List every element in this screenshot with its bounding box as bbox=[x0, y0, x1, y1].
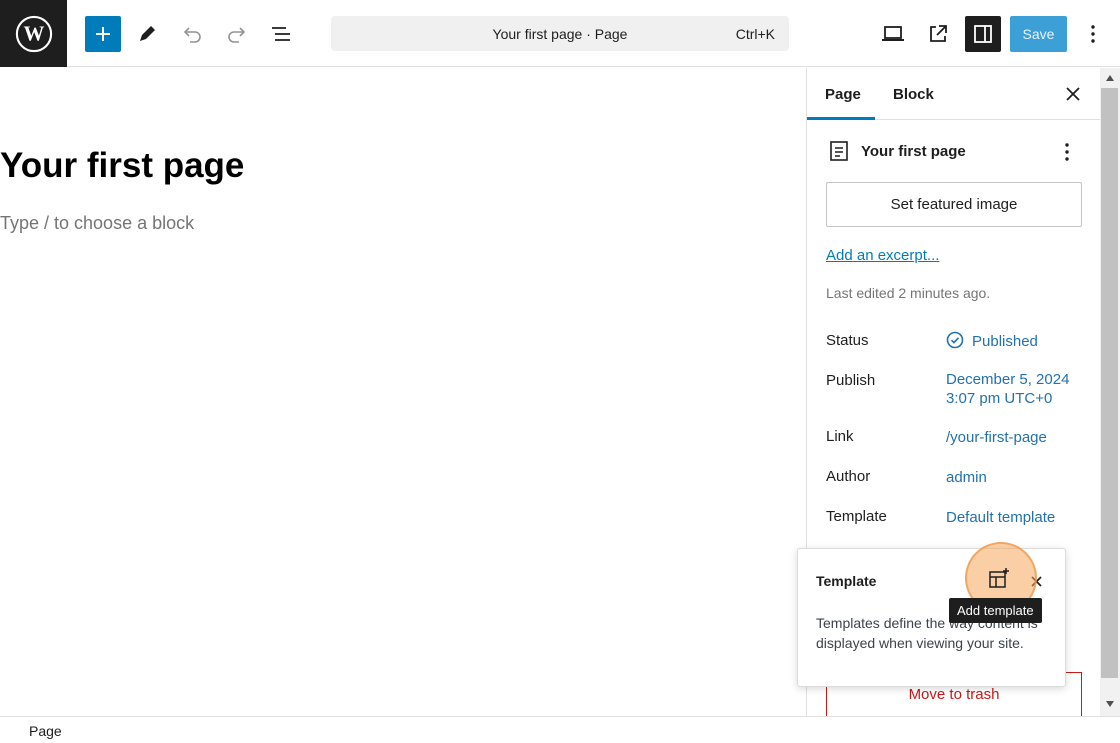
tab-block[interactable]: Block bbox=[893, 68, 934, 120]
keyboard-shortcut: Ctrl+K bbox=[735, 26, 775, 42]
undo-button[interactable] bbox=[174, 16, 210, 52]
add-excerpt-link[interactable]: Add an excerpt... bbox=[826, 247, 939, 264]
tab-page[interactable]: Page bbox=[825, 68, 871, 120]
post-actions-button[interactable] bbox=[1057, 140, 1077, 164]
plus-icon bbox=[96, 27, 110, 41]
svg-text:W: W bbox=[23, 21, 44, 45]
scroll-down-arrow[interactable] bbox=[1100, 696, 1120, 712]
status-value[interactable]: Published bbox=[972, 332, 1038, 351]
author-label: Author bbox=[826, 468, 871, 485]
sidebar-tabs: Page Block bbox=[807, 68, 1101, 120]
sidebar-scrollbar[interactable] bbox=[1100, 68, 1120, 716]
popover-title: Template bbox=[816, 573, 877, 589]
template-label: Template bbox=[826, 508, 887, 525]
author-value[interactable]: admin bbox=[946, 468, 987, 487]
options-button[interactable] bbox=[1075, 16, 1111, 52]
editor-canvas[interactable]: Your first page Type / to choose a block bbox=[0, 68, 806, 716]
publish-date-line: December 5, 2024 bbox=[946, 371, 1070, 388]
scroll-up-arrow[interactable] bbox=[1100, 70, 1120, 86]
redo-icon bbox=[228, 27, 246, 43]
set-featured-image-button[interactable]: Set featured image bbox=[826, 182, 1082, 227]
save-button[interactable]: Save bbox=[1010, 16, 1067, 52]
editor-header: W Your first page · Page Ctrl+K Save bbox=[0, 0, 1120, 67]
block-appender-placeholder[interactable]: Type / to choose a block bbox=[0, 213, 194, 234]
kebab-icon bbox=[1065, 143, 1069, 161]
external-link-icon bbox=[930, 25, 947, 42]
scroll-thumb[interactable] bbox=[1101, 88, 1118, 678]
add-template-tooltip: Add template bbox=[949, 598, 1042, 623]
last-edited-text: Last edited 2 minutes ago. bbox=[826, 285, 991, 301]
command-palette-bar[interactable]: Your first page · Page Ctrl+K bbox=[331, 16, 789, 51]
view-button[interactable] bbox=[875, 16, 911, 52]
tab-page-label: Page bbox=[825, 85, 861, 103]
tab-block-label: Block bbox=[893, 85, 934, 103]
pencil-icon bbox=[140, 26, 155, 41]
view-page-button[interactable] bbox=[920, 16, 956, 52]
document-overview-button[interactable] bbox=[263, 16, 299, 52]
add-template-button[interactable] bbox=[986, 565, 1012, 591]
status-label: Status bbox=[826, 332, 869, 349]
sidebar-icon bbox=[974, 25, 992, 43]
document-title: Your first page · Page bbox=[492, 25, 628, 42]
close-icon bbox=[1066, 87, 1080, 101]
block-breadcrumb-bar: Page bbox=[0, 716, 1120, 743]
triangle-up-icon bbox=[1106, 75, 1114, 81]
active-tab-indicator bbox=[807, 117, 875, 120]
page-title[interactable]: Your first page bbox=[0, 146, 244, 186]
add-template-icon bbox=[989, 568, 1009, 588]
template-value[interactable]: Default template bbox=[946, 508, 1055, 527]
breadcrumb-item[interactable]: Page bbox=[29, 723, 62, 739]
publish-time-line: 3:07 pm UTC+0 bbox=[946, 390, 1053, 407]
link-value[interactable]: /your-first-page bbox=[946, 428, 1047, 447]
redo-button[interactable] bbox=[219, 16, 255, 52]
wordpress-logo-button[interactable]: W bbox=[0, 0, 67, 67]
wordpress-logo-icon: W bbox=[15, 15, 52, 52]
undo-icon bbox=[183, 27, 201, 43]
add-block-button[interactable] bbox=[85, 16, 121, 52]
close-sidebar-button[interactable] bbox=[1061, 82, 1085, 106]
post-summary-title: Your first page bbox=[861, 143, 966, 160]
check-circle-icon bbox=[946, 331, 964, 349]
laptop-icon bbox=[882, 26, 904, 41]
tools-button[interactable] bbox=[129, 16, 165, 52]
page-icon bbox=[830, 141, 848, 161]
link-label: Link bbox=[826, 428, 854, 445]
triangle-down-icon bbox=[1106, 701, 1114, 707]
kebab-icon bbox=[1091, 25, 1095, 43]
settings-button[interactable] bbox=[965, 16, 1001, 52]
publish-label: Publish bbox=[826, 372, 876, 389]
list-view-icon bbox=[272, 27, 290, 41]
publish-date-value[interactable]: December 5, 2024 3:07 pm UTC+0 bbox=[946, 370, 1069, 408]
